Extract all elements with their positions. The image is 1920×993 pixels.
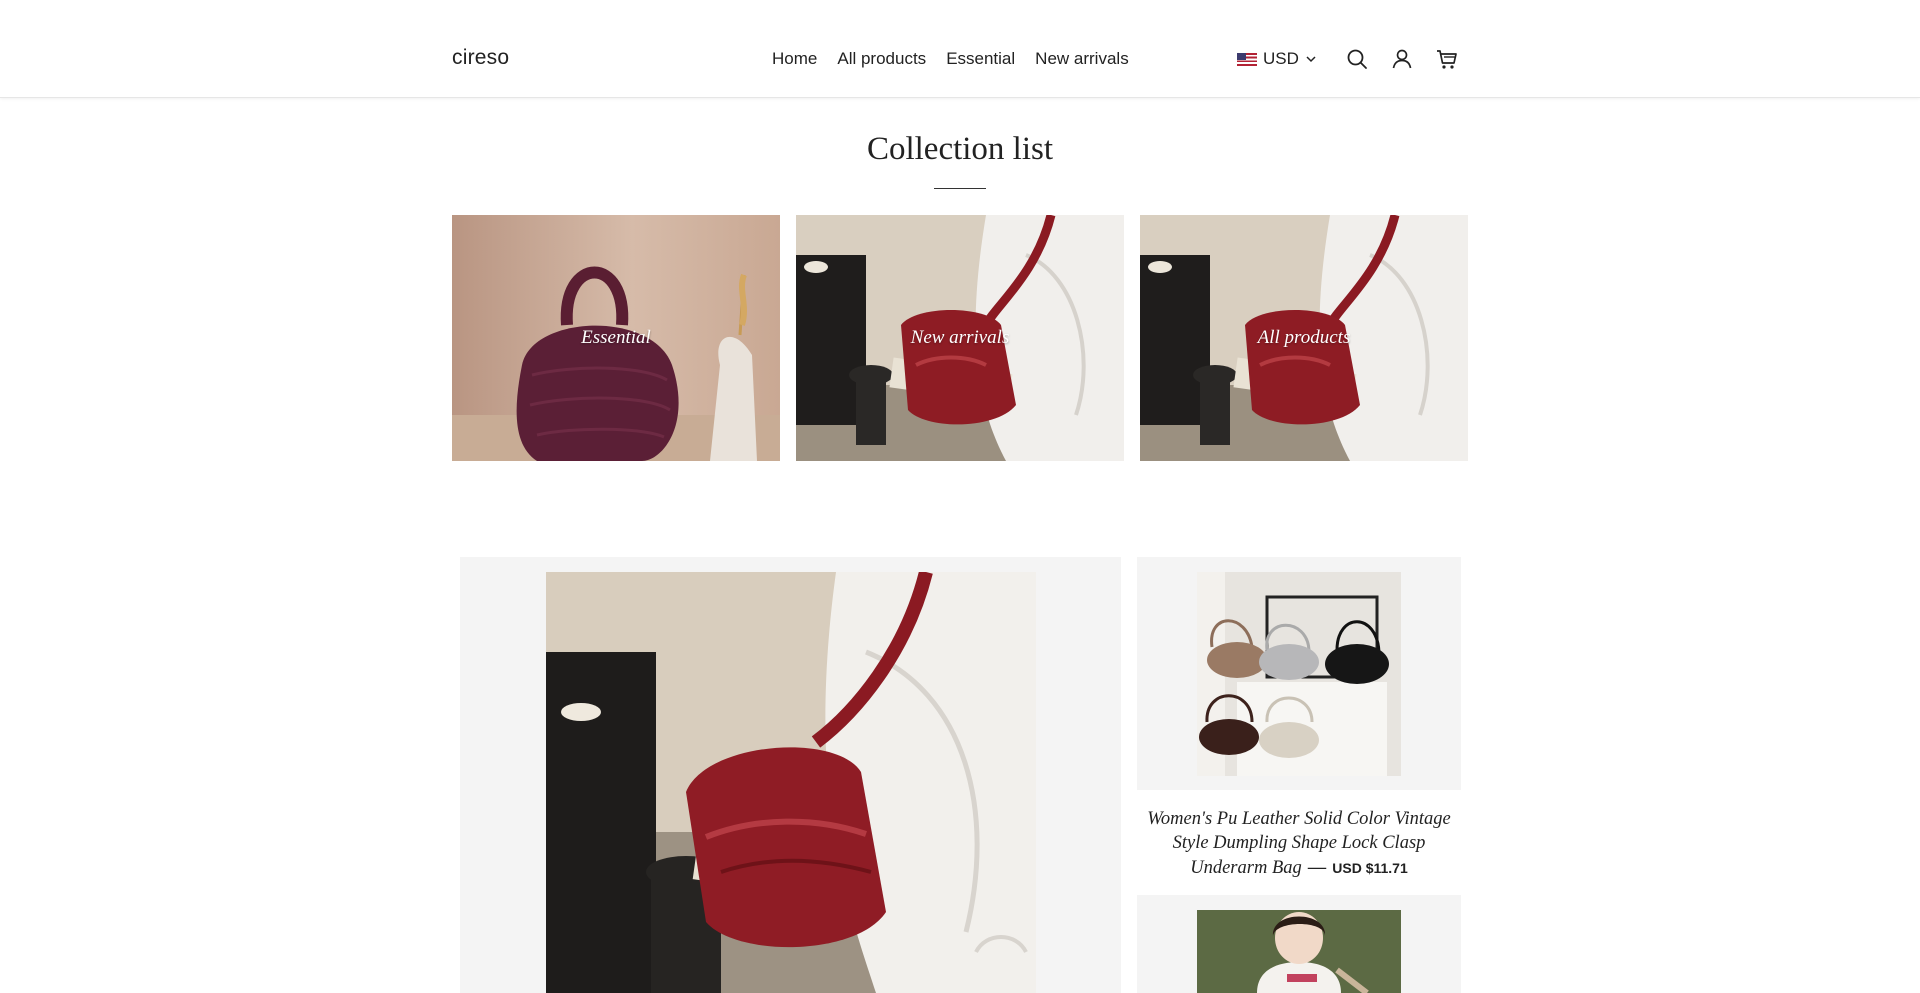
product-price: USD $11.71 — [1332, 860, 1408, 876]
collection-card-all-products[interactable]: All products — [1140, 215, 1468, 461]
title-divider — [934, 188, 986, 189]
collection-label-essential: Essential — [581, 327, 651, 348]
price-separator: — — [1307, 856, 1327, 877]
nav-essential[interactable]: Essential — [946, 49, 1015, 69]
nav-new-arrivals[interactable]: New arrivals — [1035, 49, 1129, 69]
site-header: cireso Home All products Essential New a… — [0, 0, 1920, 98]
product-info[interactable]: Women's Pu Leather Solid Color Vintage S… — [1137, 807, 1461, 880]
chevron-down-icon — [1305, 53, 1317, 65]
collection-list-title: Collection list — [866, 131, 1054, 167]
currency-label: USD — [1263, 49, 1299, 68]
product-image-dumpling-bag[interactable] — [1197, 572, 1401, 776]
collection-label-new-arrivals: New arrivals — [910, 327, 1010, 348]
product-image-2[interactable] — [1197, 910, 1401, 993]
us-flag-icon — [1237, 52, 1257, 66]
nav-all-products[interactable]: All products — [837, 49, 926, 69]
nav-home[interactable]: Home — [772, 49, 817, 69]
collection-card-new-arrivals[interactable]: New arrivals — [796, 215, 1124, 461]
account-icon[interactable] — [1390, 47, 1414, 71]
collection-label-all-products: All products — [1257, 327, 1351, 348]
currency-selector[interactable]: USD — [1237, 49, 1317, 69]
brand-logo[interactable]: cireso — [452, 46, 509, 70]
cart-icon[interactable] — [1435, 47, 1459, 71]
search-icon[interactable] — [1345, 47, 1369, 71]
main-nav: Home All products Essential New arrivals — [772, 49, 1129, 69]
featured-product-image[interactable] — [546, 572, 1036, 993]
collection-card-essential[interactable]: Essential — [452, 215, 780, 461]
